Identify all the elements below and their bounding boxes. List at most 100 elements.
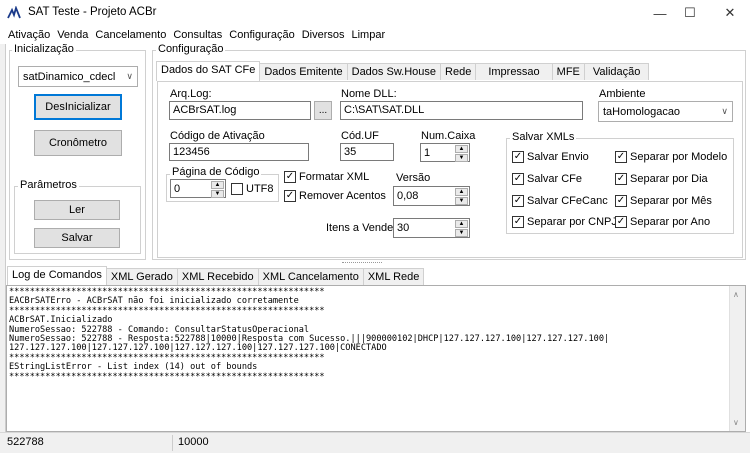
check-icon: ✓ (512, 216, 524, 228)
status-bar: 522788 10000 (0, 432, 750, 453)
configuracao-label: Configuração (156, 43, 226, 55)
tab-dados-emitente[interactable]: Dados Emitente (259, 63, 348, 80)
formatar-xml-checkbox[interactable]: ✓ Formatar XML (284, 171, 369, 183)
desinicializar-button[interactable]: DesInicializar (34, 94, 122, 120)
tab-dados-swhouse[interactable]: Dados Sw.House (346, 63, 442, 80)
check-icon: ✓ (615, 151, 627, 163)
menu-venda[interactable]: Venda (57, 29, 88, 41)
itens-vender-spin[interactable]: 30 ▲ ▼ (393, 218, 470, 238)
separar-dia-label: Separar por Dia (630, 173, 708, 185)
salvar-cfe-label: Salvar CFe (527, 173, 583, 185)
inicializacao-label: Inicialização (12, 43, 76, 55)
menu-bar: Ativação Venda Cancelamento Consultas Co… (0, 26, 750, 44)
browse-button[interactable]: ... (314, 101, 332, 120)
log-scrollbar[interactable]: ∧ ∨ (729, 286, 745, 431)
remover-acentos-checkbox[interactable]: ✓ Remover Acentos (284, 190, 386, 202)
salvar-envio-checkbox[interactable]: ✓ Salvar Envio (512, 151, 589, 163)
checkbox-unchecked-icon (231, 183, 243, 195)
cod-uf-input[interactable]: 35 (340, 143, 394, 161)
parametros-label: Parâmetros (18, 179, 79, 191)
modelo-select-value: satDinamico_cdecl (23, 70, 116, 83)
utf8-checkbox[interactable]: UTF8 (231, 183, 274, 195)
versao-spin[interactable]: 0,08 ▲ ▼ (393, 186, 470, 206)
pagina-codigo-value: 0 (174, 183, 181, 195)
menu-limpar[interactable]: Limpar (352, 29, 386, 41)
tab-dados-sat-cfe[interactable]: Dados do SAT CFe (156, 61, 261, 81)
separar-modelo-label: Separar por Modelo (630, 151, 728, 163)
separar-ano-checkbox[interactable]: ✓ Separar por Ano (615, 216, 710, 228)
num-caixa-label: Num.Caixa (421, 130, 476, 142)
log-text: ****************************************… (9, 287, 610, 382)
separar-mes-checkbox[interactable]: ✓ Separar por Mês (615, 195, 712, 207)
arq-log-input[interactable]: ACBrSAT.log (169, 101, 311, 120)
tab-validacao[interactable]: Validação (583, 63, 650, 80)
spin-up-icon[interactable]: ▲ (455, 145, 468, 153)
minimize-icon: — (653, 5, 667, 21)
spin-down-icon[interactable]: ▼ (455, 197, 468, 205)
menu-cancelamento[interactable]: Cancelamento (95, 29, 166, 41)
ler-button[interactable]: Ler (34, 200, 120, 220)
separar-dia-checkbox[interactable]: ✓ Separar por Dia (615, 173, 708, 185)
modelo-select[interactable]: satDinamico_cdecl ∨ (18, 66, 138, 87)
config-tabs: Dados do SAT CFe Dados Emitente Dados Sw… (156, 61, 650, 83)
salvar-cfe-checkbox[interactable]: ✓ Salvar CFe (512, 173, 582, 185)
check-icon: ✓ (615, 195, 627, 207)
versao-value: 0,08 (397, 190, 419, 202)
utf8-label: UTF8 (246, 183, 274, 195)
tab-mfe[interactable]: MFE (551, 63, 585, 80)
check-icon: ✓ (512, 151, 524, 163)
nome-dll-input[interactable]: C:\SAT\SAT.DLL (340, 101, 583, 120)
status-sessao: 522788 (7, 436, 44, 448)
spin-up-icon[interactable]: ▲ (455, 188, 468, 196)
spin-down-icon[interactable]: ▼ (211, 190, 224, 198)
spin-down-icon[interactable]: ▼ (455, 229, 468, 237)
tab-xml-cancelamento[interactable]: XML Cancelamento (257, 268, 364, 285)
separar-cnpj-checkbox[interactable]: ✓ Separar por CNPJ (512, 216, 617, 228)
spin-up-icon[interactable]: ▲ (211, 181, 224, 189)
pagina-codigo-spin[interactable]: 0 ▲ ▼ (170, 179, 226, 198)
menu-ativacao[interactable]: Ativação (8, 29, 50, 41)
app-icon (7, 6, 21, 19)
spin-down-icon[interactable]: ▼ (455, 154, 468, 162)
scroll-up-icon[interactable]: ∧ (733, 290, 739, 299)
salvar-button[interactable]: Salvar (34, 228, 120, 248)
tab-rede[interactable]: Rede (440, 63, 477, 80)
pagina-codigo-label: Página de Código (170, 166, 262, 178)
tab-xml-rede[interactable]: XML Rede (362, 268, 425, 285)
separar-modelo-checkbox[interactable]: ✓ Separar por Modelo (615, 151, 727, 163)
num-caixa-spin[interactable]: 1 ▲ ▼ (420, 143, 470, 162)
close-button[interactable]: ✕ (712, 0, 748, 26)
codigo-ativacao-label: Código de Ativação (170, 130, 265, 142)
menu-diversos[interactable]: Diversos (302, 29, 345, 41)
scroll-down-icon[interactable]: ∨ (733, 418, 739, 427)
check-icon: ✓ (284, 190, 296, 202)
versao-label: Versão (396, 172, 431, 184)
num-caixa-value: 1 (424, 147, 431, 159)
check-icon: ✓ (512, 195, 524, 207)
splitter[interactable] (6, 262, 746, 266)
itens-vender-label: Itens a Vender: (326, 222, 400, 234)
chevron-down-icon: ∨ (126, 71, 133, 81)
check-icon: ✓ (512, 173, 524, 185)
tab-impressao[interactable]: Impressao (475, 63, 553, 80)
cod-uf-label: Cód.UF (341, 130, 379, 142)
codigo-ativacao-input[interactable]: 123456 (169, 143, 309, 161)
maximize-button[interactable]: ☐ (672, 0, 708, 26)
log-textarea[interactable]: ****************************************… (6, 285, 746, 432)
check-icon: ✓ (284, 171, 296, 183)
cronometro-button[interactable]: Cronômetro (34, 130, 122, 156)
spin-up-icon[interactable]: ▲ (455, 220, 468, 228)
title-bar: SAT Teste - Projeto ACBr — ☐ ✕ (0, 0, 750, 26)
menu-consultas[interactable]: Consultas (173, 29, 222, 41)
tab-xml-gerado[interactable]: XML Gerado (105, 268, 178, 285)
salvar-cfecanc-checkbox[interactable]: ✓ Salvar CFeCanc (512, 195, 608, 207)
ambiente-select[interactable]: taHomologacao ∨ (598, 101, 733, 122)
menu-configuracao[interactable]: Configuração (229, 29, 294, 41)
tab-log-comandos[interactable]: Log de Comandos (7, 266, 107, 286)
tab-xml-recebido[interactable]: XML Recebido (176, 268, 259, 285)
separar-cnpj-label: Separar por CNPJ (527, 216, 617, 228)
arq-log-label: Arq.Log: (170, 88, 212, 100)
ambiente-select-value: taHomologacao (603, 105, 681, 118)
remover-acentos-label: Remover Acentos (299, 190, 386, 202)
check-icon: ✓ (615, 173, 627, 185)
